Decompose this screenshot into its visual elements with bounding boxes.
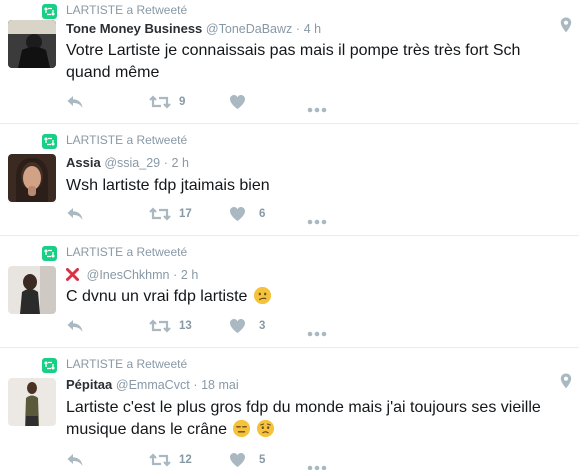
reply-button[interactable] xyxy=(66,318,84,338)
like-button[interactable] xyxy=(229,94,246,114)
heart-icon xyxy=(230,319,245,333)
expressionless-face-icon xyxy=(233,420,251,437)
user-handle[interactable]: @InesChkhmn xyxy=(87,268,170,282)
retweet-count: 12 xyxy=(179,454,192,466)
retweet-icon xyxy=(149,319,171,333)
heart-icon xyxy=(230,207,245,221)
retweet-context: LARTISTE a Retweeté xyxy=(0,2,500,20)
user-handle[interactable]: @ToneDaBawz xyxy=(206,22,292,36)
retweet-count: 13 xyxy=(179,320,192,332)
reply-button[interactable] xyxy=(66,206,84,226)
avatar[interactable] xyxy=(8,266,56,314)
retweet-badge-icon xyxy=(42,358,57,373)
separator-dot: · xyxy=(163,156,168,170)
reply-button[interactable] xyxy=(66,94,84,114)
reply-icon xyxy=(67,208,83,220)
like-button[interactable]: 5 xyxy=(229,452,265,470)
like-button[interactable]: 6 xyxy=(229,206,265,226)
more-dots-icon xyxy=(307,331,327,337)
more-button[interactable] xyxy=(307,324,327,344)
display-name[interactable]: Assia xyxy=(66,155,101,170)
red-x-icon xyxy=(66,268,79,286)
timeline: LARTISTE a Retweeté Tone Money Business … xyxy=(0,0,579,470)
display-name[interactable]: Pépitaa xyxy=(66,377,112,392)
tweet-text-container: Lartiste c'est le plus gros fdp du monde… xyxy=(66,397,556,441)
reply-icon xyxy=(67,320,83,332)
tweet-2[interactable]: LARTISTE a Retweeté Assia @ssia_29 · 2 h… xyxy=(0,124,579,236)
retweeted-by-label[interactable]: LARTISTE a Retweeté xyxy=(66,356,187,372)
tweet-text: Wsh lartiste fdp jtaimais bien xyxy=(66,177,270,194)
retweet-badge-icon xyxy=(42,246,57,261)
tweet-text-container: C dvnu un vrai fdp lartiste xyxy=(66,286,556,308)
like-count: 5 xyxy=(259,454,266,466)
tweet-actions: 9 xyxy=(66,94,366,114)
avatar[interactable] xyxy=(8,20,56,68)
reply-button[interactable] xyxy=(66,452,84,470)
more-dots-icon xyxy=(307,465,327,470)
retweet-button[interactable]: 12 xyxy=(149,452,192,470)
retweet-context: LARTISTE a Retweeté xyxy=(0,244,500,262)
tweet-text: Votre Lartiste je connaissais pas mais i… xyxy=(66,42,521,81)
tweet-text: Lartiste c'est le plus gros fdp du monde… xyxy=(66,399,541,438)
retweet-context: LARTISTE a Retweeté xyxy=(0,356,500,374)
retweet-button[interactable]: 17 xyxy=(149,206,192,226)
more-button[interactable] xyxy=(307,212,327,232)
heart-icon xyxy=(230,95,245,109)
retweeted-by-label[interactable]: LARTISTE a Retweeté xyxy=(66,2,187,18)
retweet-button[interactable]: 9 xyxy=(149,94,185,114)
retweeted-by-label[interactable]: LARTISTE a Retweeté xyxy=(66,244,187,260)
timestamp[interactable]: 2 h xyxy=(181,268,198,282)
tweet-header: @InesChkhmn · 2 h xyxy=(66,266,198,284)
retweet-badge-icon xyxy=(42,4,57,19)
reply-icon xyxy=(67,454,83,466)
confused-face-icon xyxy=(253,287,271,304)
tweet-4[interactable]: LARTISTE a Retweeté Pépitaa @EmmaCvct · … xyxy=(0,348,579,470)
avatar[interactable] xyxy=(8,154,56,202)
like-count: 6 xyxy=(259,208,266,220)
retweeted-by-label[interactable]: LARTISTE a Retweeté xyxy=(66,132,187,148)
timestamp[interactable]: 2 h xyxy=(172,156,189,170)
retweet-icon xyxy=(149,453,171,467)
more-button[interactable] xyxy=(307,458,327,470)
separator-dot: · xyxy=(173,268,178,282)
more-button[interactable] xyxy=(307,100,327,120)
heart-icon xyxy=(230,453,245,467)
retweet-button[interactable]: 13 xyxy=(149,318,192,338)
tweet-header: Pépitaa @EmmaCvct · 18 mai xyxy=(66,376,239,394)
tweet-actions: 13 3 xyxy=(66,318,366,338)
location-pin-icon[interactable] xyxy=(560,17,572,38)
tweet-3[interactable]: LARTISTE a Retweeté @InesChkhmn · 2 h C … xyxy=(0,236,579,348)
retweet-count: 9 xyxy=(179,96,186,108)
timestamp[interactable]: 18 mai xyxy=(201,378,239,392)
reply-icon xyxy=(67,96,83,108)
avatar[interactable] xyxy=(8,378,56,426)
more-dots-icon xyxy=(307,219,327,225)
like-count: 3 xyxy=(259,320,266,332)
retweet-icon xyxy=(149,207,171,221)
user-handle[interactable]: @EmmaCvct xyxy=(116,378,190,392)
display-name[interactable]: Tone Money Business xyxy=(66,21,202,36)
tweet-header: Assia @ssia_29 · 2 h xyxy=(66,154,189,172)
tweet-actions: 17 6 xyxy=(66,206,366,226)
separator-dot: · xyxy=(193,378,198,392)
separator-dot: · xyxy=(295,22,301,36)
retweet-icon xyxy=(149,95,171,109)
tweet-header: Tone Money Business @ToneDaBawz · 4 h xyxy=(66,20,321,38)
like-button[interactable]: 3 xyxy=(229,318,265,338)
retweet-badge-icon xyxy=(42,134,57,149)
timestamp[interactable]: 4 h xyxy=(304,22,321,36)
tweet-actions: 12 5 xyxy=(66,452,366,470)
more-dots-icon xyxy=(307,107,327,113)
user-handle[interactable]: @ssia_29 xyxy=(104,156,160,170)
tweet-1[interactable]: LARTISTE a Retweeté Tone Money Business … xyxy=(0,0,579,124)
tweet-text: C dvnu un vrai fdp lartiste xyxy=(66,288,248,305)
retweet-context: LARTISTE a Retweeté xyxy=(0,132,500,150)
worried-face-icon xyxy=(256,420,274,437)
retweet-count: 17 xyxy=(179,208,192,220)
location-pin-icon[interactable] xyxy=(560,373,572,394)
